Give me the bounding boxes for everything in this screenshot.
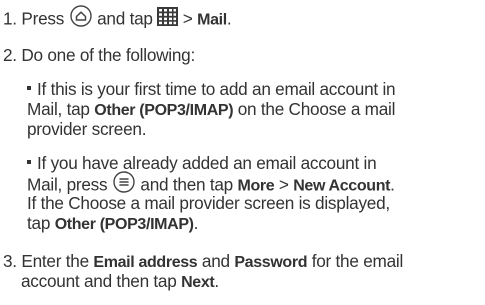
- other-pop3-imap-label: Other (POP3/IMAP): [54, 216, 194, 233]
- step-1-text-press: Press: [21, 8, 65, 29]
- bullet-2-line-3: If the Choose a mail provider screen is …: [27, 193, 390, 213]
- new-account-label: New Account: [293, 177, 391, 195]
- home-key-icon: [69, 5, 93, 31]
- bullet-2-text-2a: Mail, press: [27, 174, 108, 195]
- bullet-2-separator: >: [278, 174, 289, 195]
- bullet-1-text-1: If this is your first time to add an ema…: [37, 79, 396, 99]
- next-label: Next: [181, 274, 215, 291]
- bullet-2-period-2: .: [193, 213, 199, 233]
- bullet-2-line-1: If you have already added an email accou…: [27, 153, 377, 173]
- step-2-text: Do one of the following:: [21, 45, 196, 65]
- step-1: 1. Press and tap > Mail.: [3, 5, 232, 33]
- bullet-2-text-1: If you have already added an email accou…: [37, 153, 377, 173]
- password-label: Password: [234, 254, 308, 271]
- bullet-2-line-4: tap Other (POP3/IMAP).: [27, 213, 198, 235]
- bullet-2-text-2b: and then tap: [140, 174, 233, 195]
- bullet-2-text-3: If the Choose a mail provider screen is …: [27, 193, 390, 213]
- email-address-label: Email address: [93, 254, 198, 271]
- instruction-document: 1. Press and tap > Mail. 2. Do one of th…: [0, 0, 485, 305]
- step-1-text-and-tap: and tap: [97, 8, 153, 29]
- step-number: 2.: [3, 45, 17, 65]
- all-apps-grid-icon: [157, 6, 179, 30]
- step-3-period: .: [214, 271, 219, 291]
- step-number: 1.: [3, 8, 17, 29]
- bullet-1-text-3: provider screen.: [27, 119, 147, 139]
- step-3-text-1c: and: [201, 251, 230, 271]
- step-3-line-2: account and then tap Next.: [21, 271, 219, 293]
- step-2: 2. Do one of the following:: [3, 45, 195, 65]
- bullet-1-line-2: Mail, tap Other (POP3/IMAP) on the Choos…: [27, 99, 395, 121]
- bullet-1-text-2a: Mail, tap: [27, 99, 90, 119]
- bullet-marker: [27, 86, 31, 91]
- other-pop3-imap-label: Other (POP3/IMAP): [94, 102, 234, 119]
- bullet-2-text-4a: tap: [27, 213, 51, 233]
- more-label: More: [237, 177, 275, 195]
- step-3-text-1a: Enter the: [21, 251, 89, 271]
- bullet-2-period: .: [390, 174, 395, 195]
- step-3-text-2a: account and then tap: [21, 271, 177, 291]
- step-1-separator: >: [182, 8, 193, 29]
- bullet-1-line-1: If this is your first time to add an ema…: [27, 79, 396, 99]
- step-3-text-1e: for the email: [311, 251, 404, 271]
- bullet-1-text-2c: on the Choose a mail: [237, 99, 396, 119]
- step-1-period: .: [226, 8, 232, 29]
- mail-label: Mail: [197, 11, 227, 29]
- step-3: 3. Enter the Email address and Password …: [3, 251, 403, 273]
- bullet-marker: [27, 160, 31, 165]
- step-number: 3.: [3, 251, 17, 271]
- bullet-1-line-3: provider screen.: [27, 119, 146, 139]
